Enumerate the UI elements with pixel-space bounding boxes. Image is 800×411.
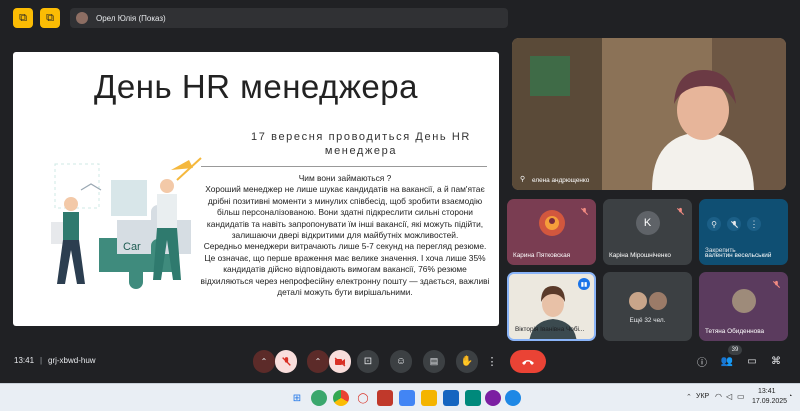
pin-icon[interactable]: ⧉ [40, 8, 60, 28]
bottom-control-bar: 13:41 | grj-xbwd-huw ⌃ ⌃ ⊡ ☺ ▤ ✋ ⋮ ⓘ 👥 3… [0, 345, 800, 379]
camera-options-button[interactable]: ⌃ [307, 350, 329, 373]
slide-body-heading: Чим вони займаються ? [298, 173, 392, 183]
windows-start-icon[interactable]: ⊞ [289, 390, 305, 406]
raise-hand-button[interactable]: ✋ [456, 350, 478, 373]
participant-tile[interactable]: ⚲ ⋮ Закрепить валентин весельський [699, 199, 788, 265]
more-options-icon[interactable]: ⋮ [747, 217, 761, 231]
more-participants-tile[interactable]: Ещё 32 чел. [603, 272, 692, 341]
presenter-pill[interactable]: Орел Юлія (Показ) [70, 8, 508, 28]
participant-name: валентин весельський [705, 252, 772, 259]
participant-tile[interactable]: K Каріна Мірошніченко [603, 199, 692, 265]
clock-time[interactable]: 13:41 [758, 388, 776, 395]
camera-off-icon [334, 357, 346, 366]
info-icon: ⓘ [697, 358, 707, 369]
app-icon[interactable] [399, 390, 415, 406]
reactions-button[interactable]: ☺ [390, 350, 412, 373]
clock-date[interactable]: 17.09.2025 [752, 398, 787, 405]
meeting-info-button[interactable]: ⓘ [694, 350, 710, 373]
people-icon: 👥 [720, 356, 734, 367]
pin-icon[interactable]: ⚲ [707, 217, 721, 231]
avatar-image [544, 215, 559, 230]
separator: | [40, 356, 43, 365]
presenter-label: Орел Юлія (Показ) [96, 13, 166, 23]
avatar-initial: K [643, 216, 652, 229]
meeting-code: grj-xbwd-huw [48, 356, 96, 365]
notification-icon[interactable]: ◔ [788, 393, 792, 400]
chrome-icon[interactable] [333, 390, 349, 406]
presentation-slide: День HR менеджера 17 вересня проводиться… [13, 52, 499, 326]
participant-name: Карина Пятковская [513, 252, 571, 259]
participant-tile[interactable]: Карина Пятковская [507, 199, 596, 265]
avatar [538, 209, 565, 236]
avatar: K [635, 210, 660, 235]
tile-actions: ⚲ ⋮ [707, 217, 761, 231]
pin-icon: ⚲ [520, 176, 526, 183]
hand-icon: ✋ [460, 356, 474, 367]
present-screen-icon: ⊡ [363, 356, 373, 367]
present-button[interactable]: ⊡ [357, 350, 379, 373]
slide-divider [201, 166, 487, 167]
leave-call-button[interactable] [510, 350, 546, 373]
input-language[interactable]: УКР [696, 393, 709, 400]
slide-title: День HR менеджера [94, 68, 418, 105]
participant-tile[interactable]: Тетяна Обиденнова [699, 272, 788, 341]
participant-count-badge: 39 [728, 345, 742, 355]
battery-icon[interactable]: ▭ [737, 392, 745, 401]
wifi-icon[interactable]: ◠ [715, 392, 722, 401]
opera-icon[interactable]: ◯ [355, 390, 371, 406]
app-icon[interactable] [377, 390, 393, 406]
folder-icon[interactable] [421, 390, 437, 406]
svg-text:Car: Car [123, 241, 141, 253]
mic-off-icon [674, 205, 686, 217]
more-options-button[interactable]: ⋮ [485, 350, 499, 373]
app-icon[interactable] [485, 390, 501, 406]
mic-toggle-button[interactable] [275, 350, 297, 373]
speaker-name: елена андрющенко [532, 177, 590, 184]
chevron-up-icon[interactable]: ⌃ [686, 393, 692, 401]
participant-name: Тетяна Обиденнова [705, 328, 765, 335]
hang-up-icon [522, 359, 534, 365]
more-options-icon: ⋮ [486, 356, 498, 368]
mic-off-icon [578, 205, 590, 217]
volume-icon[interactable]: ◁ [726, 392, 732, 401]
captions-icon: ▤ [429, 356, 439, 366]
meeting-time: 13:41 [14, 356, 35, 365]
app-icon[interactable] [311, 390, 327, 406]
chevron-up-icon: ⌃ [314, 357, 322, 366]
presenter-avatar [76, 12, 88, 24]
activities-button[interactable]: ⌘ [768, 350, 784, 373]
participant-name: Вікторія Іванівна Чобі... [515, 326, 585, 333]
app-icon[interactable] [465, 390, 481, 406]
layout-icon[interactable]: ⧉ [13, 8, 33, 28]
avatar [649, 292, 667, 310]
chat-icon: ▭ [747, 356, 757, 367]
speaking-indicator-icon: ▮▮ [578, 278, 590, 290]
hr-illustration: Car [51, 157, 202, 289]
top-bar: ⧉ ⧉ Орел Юлія (Показ) [0, 0, 800, 36]
participant-name: Каріна Мірошніченко [609, 252, 671, 259]
chevron-up-icon: ⌃ [260, 357, 268, 366]
speaker-video [512, 38, 786, 190]
speaker-tile[interactable]: ⚲ елена андрющенко [512, 38, 786, 190]
mail-icon[interactable] [443, 390, 459, 406]
slide-body-paragraph: Хороший менеджер не лише шукає кандидаті… [205, 184, 485, 241]
participant-tile[interactable]: ▮▮ Вікторія Іванівна Чобі... [507, 272, 596, 341]
slide-body-paragraph: Середньо менеджери витрачають лише 5-7 с… [200, 241, 490, 298]
edge-icon[interactable] [505, 390, 521, 406]
mic-options-button[interactable]: ⌃ [253, 350, 275, 373]
avatar [731, 288, 756, 313]
more-participants-label: Ещё 32 чел. [629, 317, 666, 324]
mic-off-icon [281, 357, 291, 366]
activities-icon: ⌘ [771, 356, 781, 367]
os-taskbar: ⊞ ◯ ⌃ УКР ◠ ◁ ▭ 13:41 17.09.2025 ◔ [0, 383, 800, 411]
camera-toggle-button[interactable] [329, 350, 351, 373]
mic-off-icon [770, 278, 782, 290]
avatar [629, 292, 647, 310]
mic-off-icon[interactable] [727, 217, 741, 231]
emoji-icon: ☺ [395, 356, 407, 367]
captions-button[interactable]: ▤ [423, 350, 445, 373]
slide-subtitle: 17 вересня проводиться День HR менеджера [251, 131, 471, 157]
chat-button[interactable]: ▭ [744, 350, 760, 373]
slide-body: Чим вони займаються ? Хороший менеджер н… [199, 173, 491, 298]
